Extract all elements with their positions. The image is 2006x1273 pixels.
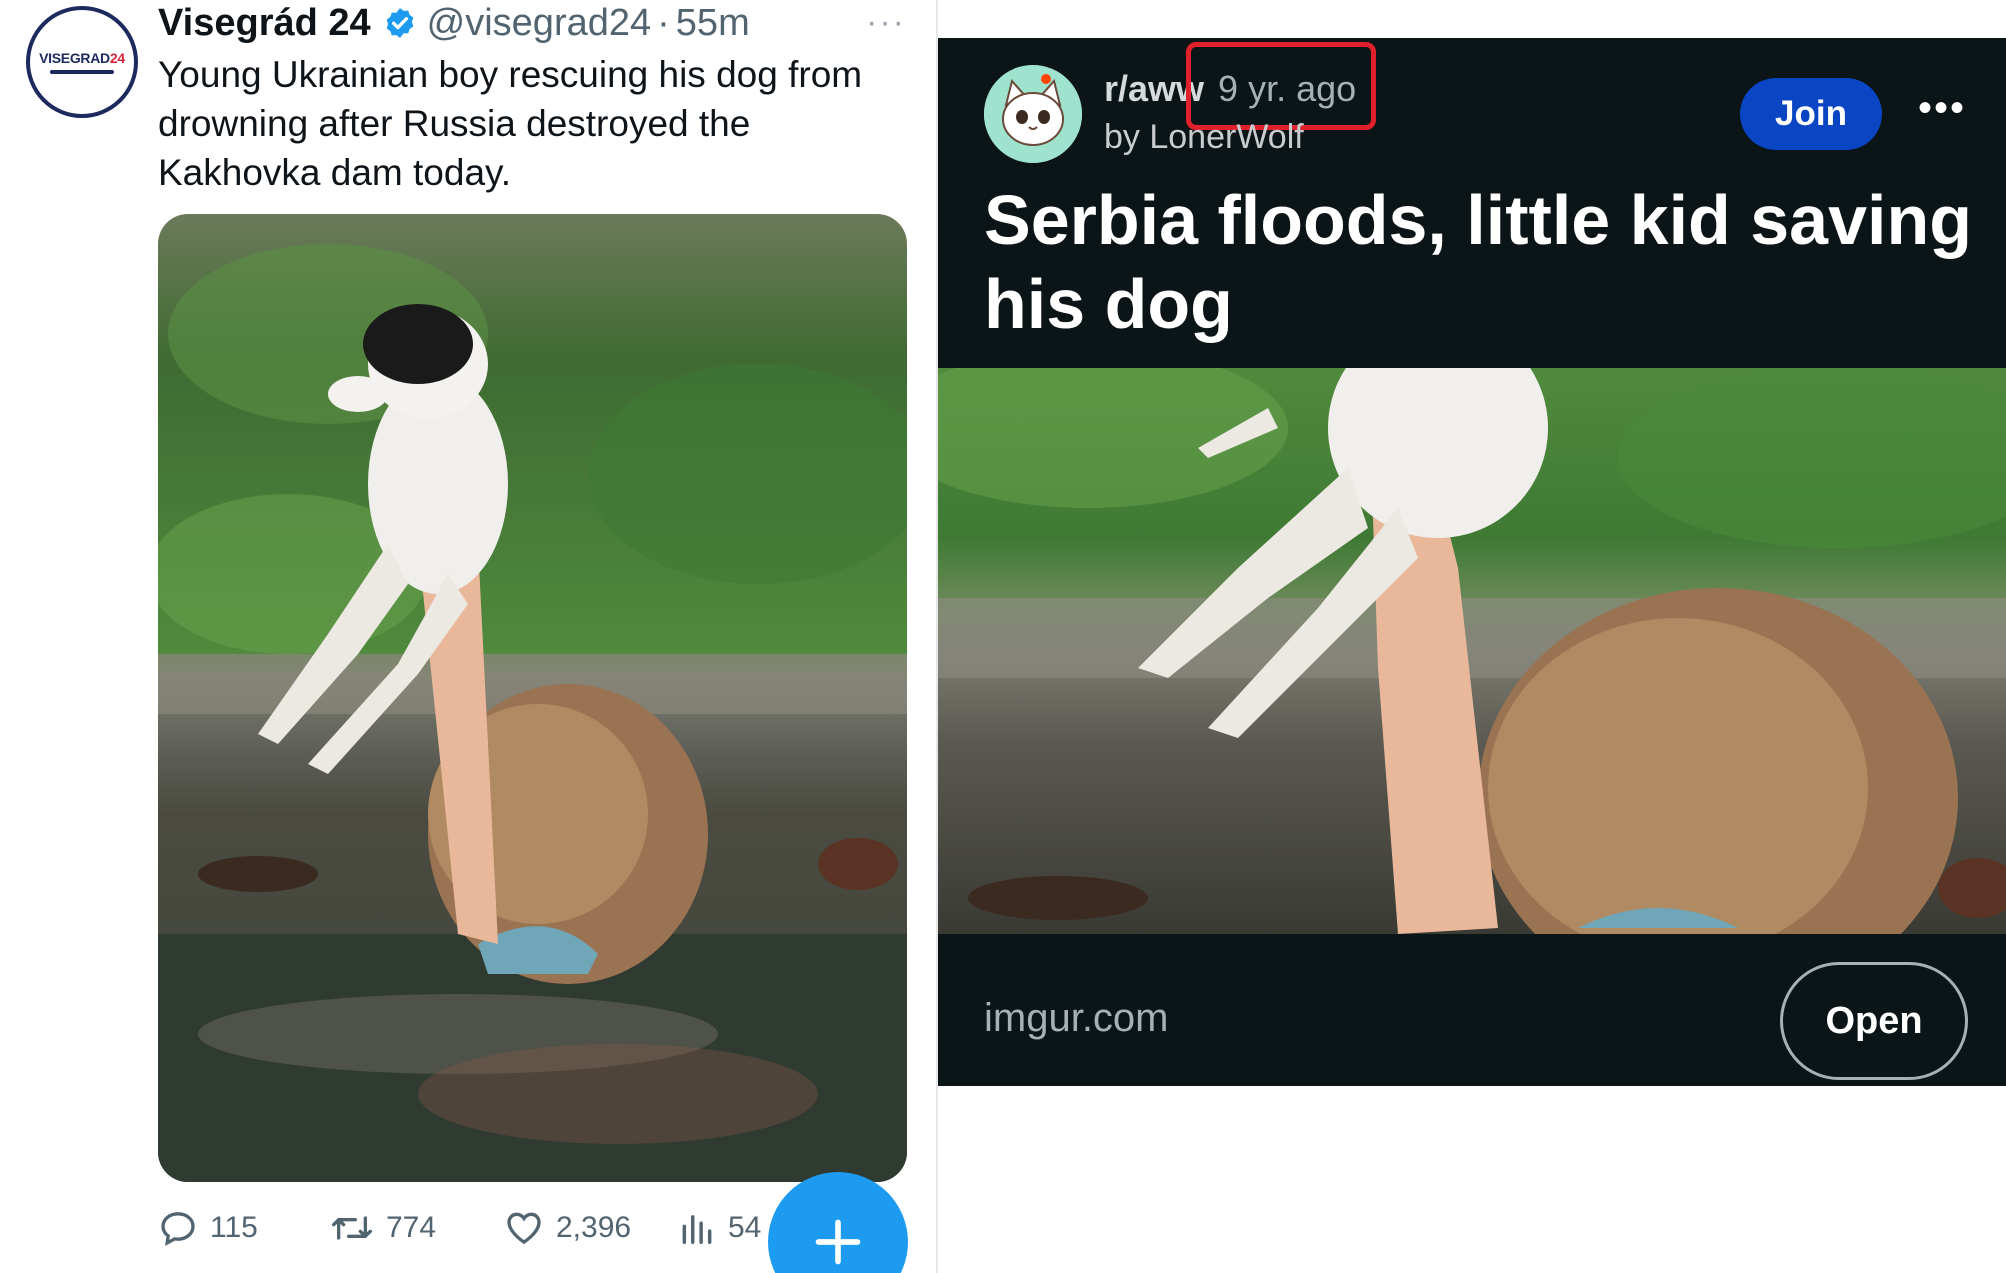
post-title[interactable]: Serbia floods, little kid saving his dog <box>984 178 1984 346</box>
tweet-timestamp[interactable]: 55m <box>676 2 750 45</box>
like-icon <box>507 1212 541 1245</box>
views-button[interactable]: 54 <box>678 1200 761 1256</box>
tweet-actions: 115 774 2,396 54 <box>158 1200 778 1256</box>
compose-plus-icon <box>815 1219 861 1265</box>
subreddit-avatar[interactable] <box>984 65 1082 163</box>
avatar-logo-bar <box>50 70 114 74</box>
tweet-header: Visegrád 24 @visegrad24 · 55m <box>158 0 750 46</box>
open-link-button[interactable]: Open <box>1780 962 1968 1080</box>
red-highlight-box <box>1186 42 1376 130</box>
reddit-post-card[interactable]: r/aww 9 yr. ago by LonerWolf Join ••• Ser… <box>938 38 2006 1086</box>
link-domain[interactable]: imgur.com <box>984 996 1169 1041</box>
photo-boy-rescuing-dog-cropped <box>938 368 2006 934</box>
reply-icon <box>161 1212 195 1247</box>
more-icon[interactable]: ••• <box>1918 86 1966 131</box>
compose-button[interactable] <box>768 1172 908 1273</box>
avatar-logo-text: VISEGRAD24 <box>39 50 125 66</box>
post-author[interactable]: by LonerWolf <box>1104 118 1304 157</box>
join-button[interactable]: Join <box>1740 78 1882 150</box>
handle[interactable]: @visegrad24 <box>427 2 651 45</box>
separator-dot: · <box>657 1 670 44</box>
display-name[interactable]: Visegrád 24 <box>158 2 371 45</box>
retweet-count: 774 <box>386 1211 437 1244</box>
subreddit-cat-icon <box>984 65 1082 163</box>
more-icon[interactable]: ··· <box>864 0 908 44</box>
tweet-text: Young Ukrainian boy rescuing his dog fro… <box>158 54 863 193</box>
reply-button[interactable]: 115 <box>158 1200 258 1256</box>
views-count: 54 <box>728 1211 762 1244</box>
post-photo[interactable] <box>938 368 2006 934</box>
retweet-button[interactable]: 774 <box>330 1200 436 1256</box>
views-icon <box>682 1215 712 1244</box>
tweet-photo[interactable] <box>158 214 907 1182</box>
verified-badge-icon[interactable] <box>383 6 417 40</box>
reply-count: 115 <box>210 1211 258 1244</box>
like-button[interactable]: 2,396 <box>504 1200 631 1256</box>
like-count: 2,396 <box>556 1211 632 1244</box>
photo-boy-rescuing-dog <box>158 214 907 1182</box>
tweet-card: VISEGRAD24 Visegrád 24 @visegrad24 · 55m… <box>0 0 936 1273</box>
retweet-icon <box>331 1216 372 1240</box>
account-avatar[interactable]: VISEGRAD24 <box>26 6 138 118</box>
